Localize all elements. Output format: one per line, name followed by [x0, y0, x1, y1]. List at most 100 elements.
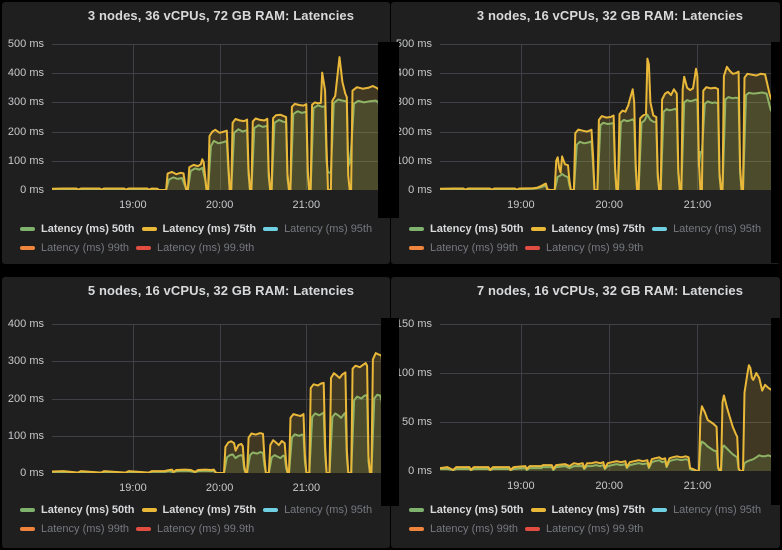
legend-swatch-icon: [263, 227, 278, 231]
x-axis-tick-label: 19:00: [103, 198, 163, 212]
y-axis-tick-label: 100 ms: [2, 154, 44, 168]
legend-label: Latency (ms) 75th: [163, 222, 257, 236]
panel-title[interactable]: 3 nodes, 36 vCPUs, 72 GB RAM: Latencies: [2, 8, 390, 23]
screenshot-seam: [378, 42, 399, 218]
chart-legend: Latency (ms) 50th Latency (ms) 75th Latenc…: [409, 503, 773, 536]
panel-3-nodes-36-vcpus: 3 nodes, 36 vCPUs, 72 GB RAM: Latencies …: [2, 2, 390, 264]
legend-swatch-icon: [531, 508, 546, 512]
legend-item-latency-ms-99.9th[interactable]: Latency (ms) 99.9th: [136, 522, 254, 536]
legend-label: Latency (ms) 75th: [552, 503, 646, 517]
latency-chart[interactable]: [52, 324, 383, 473]
x-axis-tick-label: 19:00: [491, 198, 551, 212]
x-axis-tick-label: 20:00: [579, 198, 639, 212]
legend-item-latency-ms-95th[interactable]: Latency (ms) 95th: [263, 222, 372, 236]
panel-title[interactable]: 7 nodes, 16 vCPUs, 32 GB RAM: Latencies: [391, 283, 780, 298]
latency-chart[interactable]: [440, 324, 771, 471]
legend-swatch-icon: [263, 508, 278, 512]
legend-item-latency-ms-99.9th[interactable]: Latency (ms) 99.9th: [136, 241, 254, 255]
legend-swatch-icon: [136, 246, 151, 250]
legend-swatch-icon: [525, 246, 540, 250]
legend-swatch-icon: [409, 527, 424, 531]
chart-canvas: [440, 44, 771, 190]
series-line-latency-ms-75th: [440, 365, 771, 471]
legend-swatch-icon: [20, 227, 35, 231]
chart-canvas: [440, 324, 771, 471]
x-axis-tick-label: 21:00: [276, 481, 336, 495]
legend-item-latency-ms-99.9th[interactable]: Latency (ms) 99.9th: [525, 522, 643, 536]
x-axis-tick-label: 21:00: [667, 479, 727, 493]
legend-swatch-icon: [531, 227, 546, 231]
legend-label: Latency (ms) 50th: [430, 222, 524, 236]
legend-swatch-icon: [20, 527, 35, 531]
chart-legend: Latency (ms) 50th Latency (ms) 75th Latenc…: [409, 222, 773, 255]
chart-legend: Latency (ms) 50th Latency (ms) 75th Latenc…: [20, 222, 384, 255]
legend-label: Latency (ms) 95th: [284, 503, 372, 517]
x-axis-tick-label: 21:00: [667, 198, 727, 212]
legend-item-latency-ms-75th[interactable]: Latency (ms) 75th: [142, 222, 257, 236]
latency-chart[interactable]: [52, 44, 380, 190]
legend-label: Latency (ms) 99th: [430, 241, 518, 255]
legend-label: Latency (ms) 50th: [430, 503, 524, 517]
legend-label: Latency (ms) 99th: [41, 522, 129, 536]
panel-5-nodes-16-vcpus: 5 nodes, 16 vCPUs, 32 GB RAM: Latencies …: [2, 277, 390, 548]
legend-item-latency-ms-75th[interactable]: Latency (ms) 75th: [531, 222, 646, 236]
legend-item-latency-ms-50th[interactable]: Latency (ms) 50th: [20, 503, 135, 517]
legend-label: Latency (ms) 99th: [41, 241, 129, 255]
legend-item-latency-ms-50th[interactable]: Latency (ms) 50th: [409, 222, 524, 236]
legend-label: Latency (ms) 99th: [430, 522, 518, 536]
legend-swatch-icon: [20, 246, 35, 250]
legend-item-latency-ms-99th[interactable]: Latency (ms) 99th: [409, 522, 518, 536]
legend-item-latency-ms-95th[interactable]: Latency (ms) 95th: [263, 503, 372, 517]
y-axis-tick-label: 0 ms: [2, 183, 44, 197]
panel-title[interactable]: 3 nodes, 16 vCPUs, 32 GB RAM: Latencies: [391, 8, 780, 23]
legend-item-latency-ms-99th[interactable]: Latency (ms) 99th: [20, 522, 129, 536]
legend-item-latency-ms-50th[interactable]: Latency (ms) 50th: [20, 222, 135, 236]
panel-3-nodes-16-vcpus: 3 nodes, 16 vCPUs, 32 GB RAM: Latencies …: [391, 2, 780, 264]
latency-chart[interactable]: [440, 44, 771, 190]
y-axis-tick-label: 300 ms: [2, 354, 44, 368]
legend-label: Latency (ms) 95th: [673, 222, 761, 236]
x-axis-tick-label: 21:00: [276, 198, 336, 212]
legend-swatch-icon: [142, 227, 157, 231]
legend-swatch-icon: [409, 227, 424, 231]
y-axis-tick-label: 500 ms: [2, 37, 44, 51]
legend-label: Latency (ms) 99.9th: [546, 241, 643, 255]
legend-item-latency-ms-99th[interactable]: Latency (ms) 99th: [409, 241, 518, 255]
legend-item-latency-ms-75th[interactable]: Latency (ms) 75th: [142, 503, 257, 517]
legend-item-latency-ms-50th[interactable]: Latency (ms) 50th: [409, 503, 524, 517]
panel-title[interactable]: 5 nodes, 16 vCPUs, 32 GB RAM: Latencies: [2, 283, 390, 298]
y-axis-tick-label: 300 ms: [2, 95, 44, 109]
panel-7-nodes-16-vcpus: 7 nodes, 16 vCPUs, 32 GB RAM: Latencies …: [391, 277, 780, 548]
legend-label: Latency (ms) 50th: [41, 503, 135, 517]
chart-canvas: [52, 44, 380, 190]
screenshot-seam: [771, 318, 782, 505]
legend-swatch-icon: [136, 527, 151, 531]
y-axis-tick-label: 0 ms: [2, 466, 44, 480]
chart-canvas: [52, 324, 383, 473]
legend-swatch-icon: [20, 508, 35, 512]
x-axis-tick-label: 20:00: [190, 198, 250, 212]
legend-swatch-icon: [652, 508, 667, 512]
y-axis-tick-label: 100 ms: [2, 429, 44, 443]
legend-item-latency-ms-99th[interactable]: Latency (ms) 99th: [20, 241, 129, 255]
series-area-latency-ms-75th: [52, 353, 383, 473]
chart-legend: Latency (ms) 50th Latency (ms) 75th Latenc…: [20, 503, 384, 536]
screenshot-seam: [771, 42, 782, 263]
legend-swatch-icon: [409, 508, 424, 512]
x-axis-tick-label: 19:00: [491, 479, 551, 493]
x-axis-tick-label: 19:00: [103, 481, 163, 495]
legend-item-latency-ms-95th[interactable]: Latency (ms) 95th: [652, 503, 761, 517]
x-axis-tick-label: 20:00: [190, 481, 250, 495]
legend-item-latency-ms-99.9th[interactable]: Latency (ms) 99.9th: [525, 241, 643, 255]
legend-swatch-icon: [142, 508, 157, 512]
y-axis-tick-label: 200 ms: [2, 125, 44, 139]
legend-swatch-icon: [652, 227, 667, 231]
legend-item-latency-ms-95th[interactable]: Latency (ms) 95th: [652, 222, 761, 236]
legend-label: Latency (ms) 50th: [41, 222, 135, 236]
legend-swatch-icon: [525, 527, 540, 531]
y-axis-tick-label: 200 ms: [2, 392, 44, 406]
y-axis-tick-label: 400 ms: [2, 66, 44, 80]
legend-label: Latency (ms) 95th: [673, 503, 761, 517]
legend-item-latency-ms-75th[interactable]: Latency (ms) 75th: [531, 503, 646, 517]
series-area-latency-ms-75th: [440, 59, 771, 190]
